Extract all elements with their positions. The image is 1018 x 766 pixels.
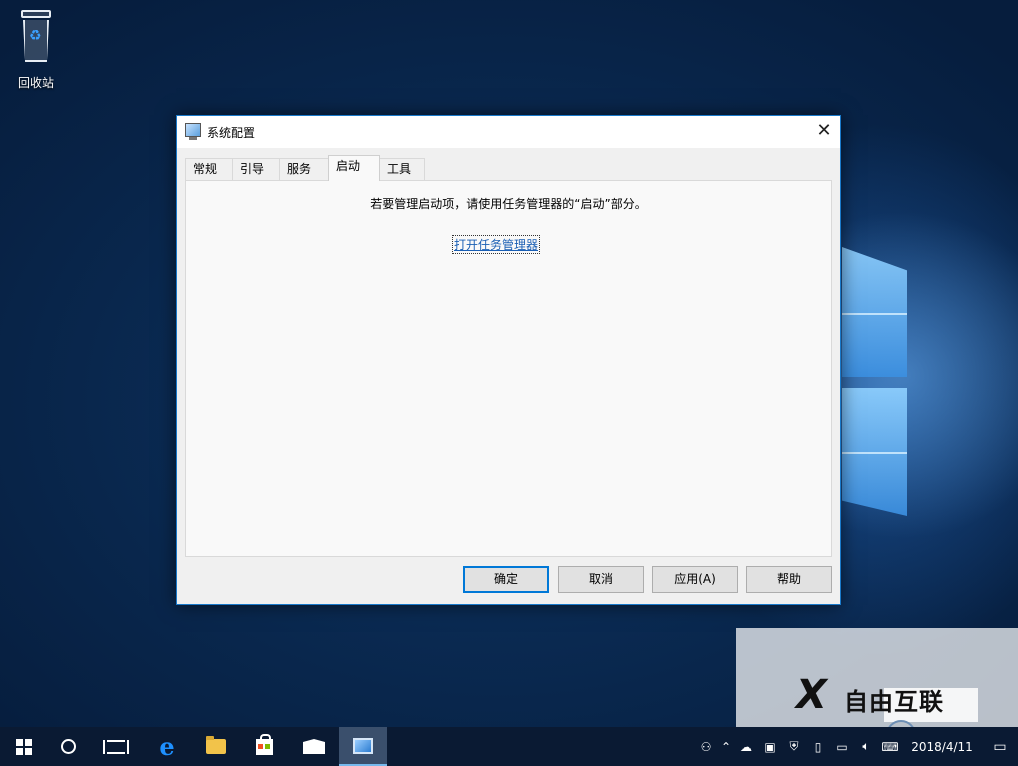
usb-icon[interactable]: ▯ — [806, 740, 830, 754]
cortana-search-icon — [60, 739, 76, 754]
action-center-button[interactable]: ▭ — [982, 727, 1018, 766]
system-tray: ⚇ ⌃ ☁ ▣ ⛨ ▯ ▭ 🔈︎ ⌨ 2018/4/11 ▭ — [694, 727, 1018, 766]
clock[interactable]: 2018/4/11 — [902, 739, 982, 755]
store-icon — [255, 733, 273, 755]
watermark-logo-icon: X — [796, 672, 827, 718]
cortana-button[interactable] — [44, 727, 92, 766]
mail-taskbar-button[interactable] — [290, 727, 338, 766]
file-explorer-icon — [206, 736, 226, 754]
volume-icon[interactable]: 🔈︎ — [854, 739, 878, 754]
wallpaper-pane-line — [842, 452, 907, 454]
close-button[interactable]: ✕ — [808, 116, 840, 146]
tab-startup[interactable]: 启动 — [328, 155, 380, 181]
clock-date: 2018/4/11 — [911, 739, 973, 754]
tab-tools[interactable]: 工具 — [379, 158, 425, 180]
file-explorer-taskbar-button[interactable] — [192, 727, 240, 766]
recycle-bin-label: 回收站 — [17, 76, 54, 90]
vmware-icon[interactable]: ▣ — [758, 740, 782, 754]
wallpaper-pane-line — [842, 313, 907, 315]
dialog-titlebar[interactable]: 系统配置 ✕ — [177, 116, 840, 148]
task-view-button[interactable] — [92, 727, 140, 766]
close-icon: ✕ — [816, 120, 832, 141]
cancel-button[interactable]: 取消 — [558, 566, 644, 593]
help-button[interactable]: 帮助 — [746, 566, 832, 593]
open-task-manager-link[interactable]: 打开任务管理器 — [452, 235, 541, 254]
tab-general[interactable]: 常规 — [185, 158, 233, 180]
startup-info-text: 若要管理启动项，请使用任务管理器的“启动”部分。 — [370, 197, 647, 211]
security-icon[interactable]: ⛨ — [782, 739, 806, 754]
system-config-app-icon — [185, 123, 201, 140]
ok-button[interactable]: 确定 — [463, 566, 549, 593]
tab-services[interactable]: 服务 — [279, 158, 329, 180]
windows-start-icon — [16, 738, 32, 755]
system-config-icon — [353, 737, 373, 754]
taskbar: e ⚇ ⌃ ☁ ▣ ⛨ ▯ ▭ 🔈︎ ⌨ 2018/4/11 ▭ — [0, 727, 1018, 766]
store-taskbar-button[interactable] — [240, 727, 288, 766]
show-hidden-icons-chevron-icon[interactable]: ⌃ — [718, 740, 734, 754]
apply-button[interactable]: 应用(A) — [652, 566, 738, 593]
mail-icon — [303, 739, 325, 754]
recycle-bin-desktop-icon[interactable]: ♻ 回收站 — [6, 8, 66, 91]
system-config-taskbar-button[interactable] — [339, 727, 387, 766]
edge-taskbar-button[interactable]: e — [143, 727, 191, 766]
dialog-title: 系统配置 — [207, 126, 256, 140]
tab-boot[interactable]: 引导 — [232, 158, 280, 180]
network-icon[interactable]: ▭ — [830, 740, 854, 754]
watermark-brand-text: 自由互联 — [844, 688, 944, 716]
recycle-bin-icon: ♻ — [19, 8, 53, 64]
system-config-dialog: 系统配置 ✕ 常规 引导 服务 启动 工具 若要管理启动项，请使用任务管理器的“… — [176, 115, 841, 605]
startup-tab-panel: 若要管理启动项，请使用任务管理器的“启动”部分。 打开任务管理器 — [185, 180, 832, 557]
task-view-icon — [103, 739, 129, 754]
onedrive-icon[interactable]: ☁ — [734, 740, 758, 754]
people-icon[interactable]: ⚇ — [694, 740, 718, 754]
edge-icon: e — [159, 732, 175, 761]
notification-icon: ▭ — [993, 738, 1007, 755]
start-button[interactable] — [0, 727, 48, 766]
keyboard-icon[interactable]: ⌨ — [878, 740, 902, 754]
